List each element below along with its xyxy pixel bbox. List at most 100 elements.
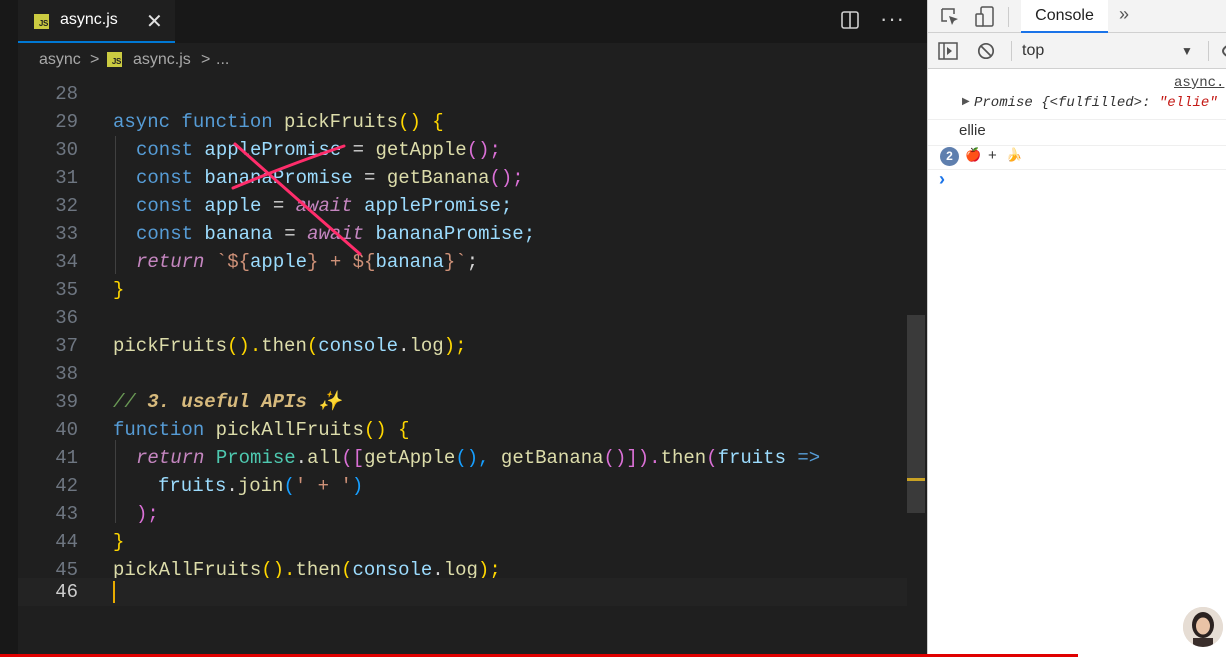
- console-toolbar: top ▼: [928, 33, 1226, 69]
- line-number: 38: [55, 363, 78, 385]
- apple-emoji: 🍎: [965, 147, 982, 162]
- code-comment: //: [113, 391, 148, 413]
- chevron-down-icon[interactable]: ▼: [1181, 44, 1193, 58]
- code-line: 33 const banana = await bananaPromise;: [18, 220, 907, 248]
- code-token: then: [660, 447, 707, 469]
- line-number: 35: [55, 279, 78, 301]
- line-number: 36: [55, 307, 78, 329]
- code-token: fruits: [717, 447, 786, 469]
- code-token: const: [136, 195, 205, 217]
- code-token: banana: [204, 223, 273, 245]
- code-line: 39 // 3. useful APIs ✨: [18, 388, 907, 416]
- line-number: 32: [55, 195, 78, 217]
- code-token: bananaPromise: [204, 167, 353, 189]
- code-token: getApple: [375, 139, 467, 161]
- code-token: applePromise: [204, 139, 342, 161]
- code-token: ();: [466, 139, 501, 161]
- toolbar-divider: [1008, 7, 1009, 27]
- split-editor-icon[interactable]: [841, 11, 859, 29]
- more-tabs-icon[interactable]: »: [1119, 4, 1129, 25]
- code-token: pickFruits: [284, 111, 399, 133]
- code-token: pickAllFruits: [215, 419, 364, 441]
- code-token: {: [398, 419, 410, 441]
- code-token: await: [295, 195, 353, 217]
- close-tab-icon[interactable]: ✕: [146, 9, 163, 34]
- code-line: 36: [18, 304, 907, 332]
- code-area[interactable]: 28 29 async function pickFruits() { 30 con…: [18, 80, 927, 657]
- line-number: 42: [55, 475, 78, 497]
- code-token: `${: [204, 251, 251, 273]
- presenter-avatar: [1183, 607, 1223, 647]
- code-token: }: [113, 279, 125, 301]
- code-line: 28: [18, 80, 907, 108]
- chevron-right-icon: >: [90, 51, 100, 68]
- code-token: getBanana: [500, 447, 604, 469]
- source-link[interactable]: async.: [1174, 75, 1224, 91]
- code-token: applePromise;: [352, 195, 513, 217]
- promise-summary: Promise {<fulfilled>: "ellie": [974, 95, 1218, 111]
- devtools-panel: Console » top ▼ async. ▶ Promise {<fulfi…: [927, 0, 1226, 657]
- code-token: );: [136, 503, 159, 525]
- code-token: } + ${: [307, 251, 376, 273]
- breadcrumb-folder[interactable]: async: [39, 51, 81, 69]
- code-line: 31 const bananaPromise = getBanana();: [18, 164, 907, 192]
- tab-async-js[interactable]: JS async.js ✕: [18, 0, 175, 43]
- code-line: 38: [18, 360, 907, 388]
- code-token: (: [283, 475, 295, 497]
- more-actions-icon[interactable]: ···: [880, 6, 905, 32]
- code-token: ): [351, 475, 364, 497]
- console-message: 2 🍎 + 🍌: [928, 145, 1226, 170]
- code-token: banana: [375, 251, 444, 273]
- log-text: ellie: [959, 122, 986, 139]
- clear-console-icon[interactable]: [977, 42, 995, 60]
- promise-value: "ellie": [1158, 95, 1218, 111]
- promise-state: {<fulfilled>:: [1032, 95, 1159, 111]
- code-token: join: [237, 475, 284, 497]
- code-token: .: [295, 447, 308, 469]
- expand-arrow-icon[interactable]: ▶: [962, 96, 970, 108]
- code-line: 29 async function pickFruits() {: [18, 108, 907, 136]
- code-token: (): [398, 111, 433, 133]
- code-token: }`: [443, 251, 467, 273]
- line-number: 46: [55, 581, 78, 603]
- code-line: 30 const applePromise = getApple();: [18, 136, 907, 164]
- activity-rail: [0, 0, 18, 657]
- console-source-row: async.: [928, 75, 1226, 93]
- editor-scrollbar[interactable]: [907, 315, 925, 513]
- code-token: .: [398, 335, 410, 357]
- code-token: =: [341, 139, 376, 161]
- javascript-file-icon: JS: [107, 52, 122, 67]
- eye-icon[interactable]: [1216, 44, 1226, 58]
- breadcrumb-file[interactable]: async.js: [133, 51, 191, 69]
- editor-tab-bar: JS async.js ✕ ···: [18, 0, 927, 43]
- line-number: 31: [55, 167, 78, 189]
- inspect-element-icon[interactable]: [940, 7, 960, 27]
- console-message: ellie: [928, 121, 1226, 146]
- context-select[interactable]: top: [1022, 42, 1044, 60]
- banana-emoji: 🍌: [1006, 147, 1023, 162]
- sidebar-toggle-icon[interactable]: [938, 42, 958, 60]
- person-icon: [1183, 607, 1223, 647]
- code-token: =: [352, 167, 387, 189]
- breadcrumb: async > JS async.js > ...: [18, 43, 927, 77]
- code-token: ' + ': [294, 475, 352, 497]
- code-line: 40 function pickAllFruits() {: [18, 416, 907, 444]
- line-number: 29: [55, 111, 78, 133]
- tab-console[interactable]: Console: [1021, 0, 1108, 33]
- code-token: return: [136, 447, 216, 469]
- plus-text: +: [988, 147, 997, 164]
- line-number: 33: [55, 223, 78, 245]
- console-prompt[interactable]: ›: [928, 169, 1226, 191]
- breadcrumb-symbol[interactable]: ...: [216, 51, 229, 69]
- tab-label: async.js: [60, 11, 118, 28]
- code-editor: JS async.js ✕ ··· async > JS async.js > …: [0, 0, 927, 657]
- code-token: =: [272, 223, 308, 245]
- line-number: 41: [55, 447, 78, 469]
- toolbar-divider: [1011, 41, 1012, 61]
- device-toggle-icon[interactable]: [975, 6, 995, 28]
- code-line: 37 pickFruits().then(console.log);: [18, 332, 907, 360]
- code-token: ;: [466, 251, 479, 273]
- code-token: console: [318, 335, 399, 357]
- code-token: fruits: [158, 475, 227, 497]
- code-token: apple: [204, 195, 262, 217]
